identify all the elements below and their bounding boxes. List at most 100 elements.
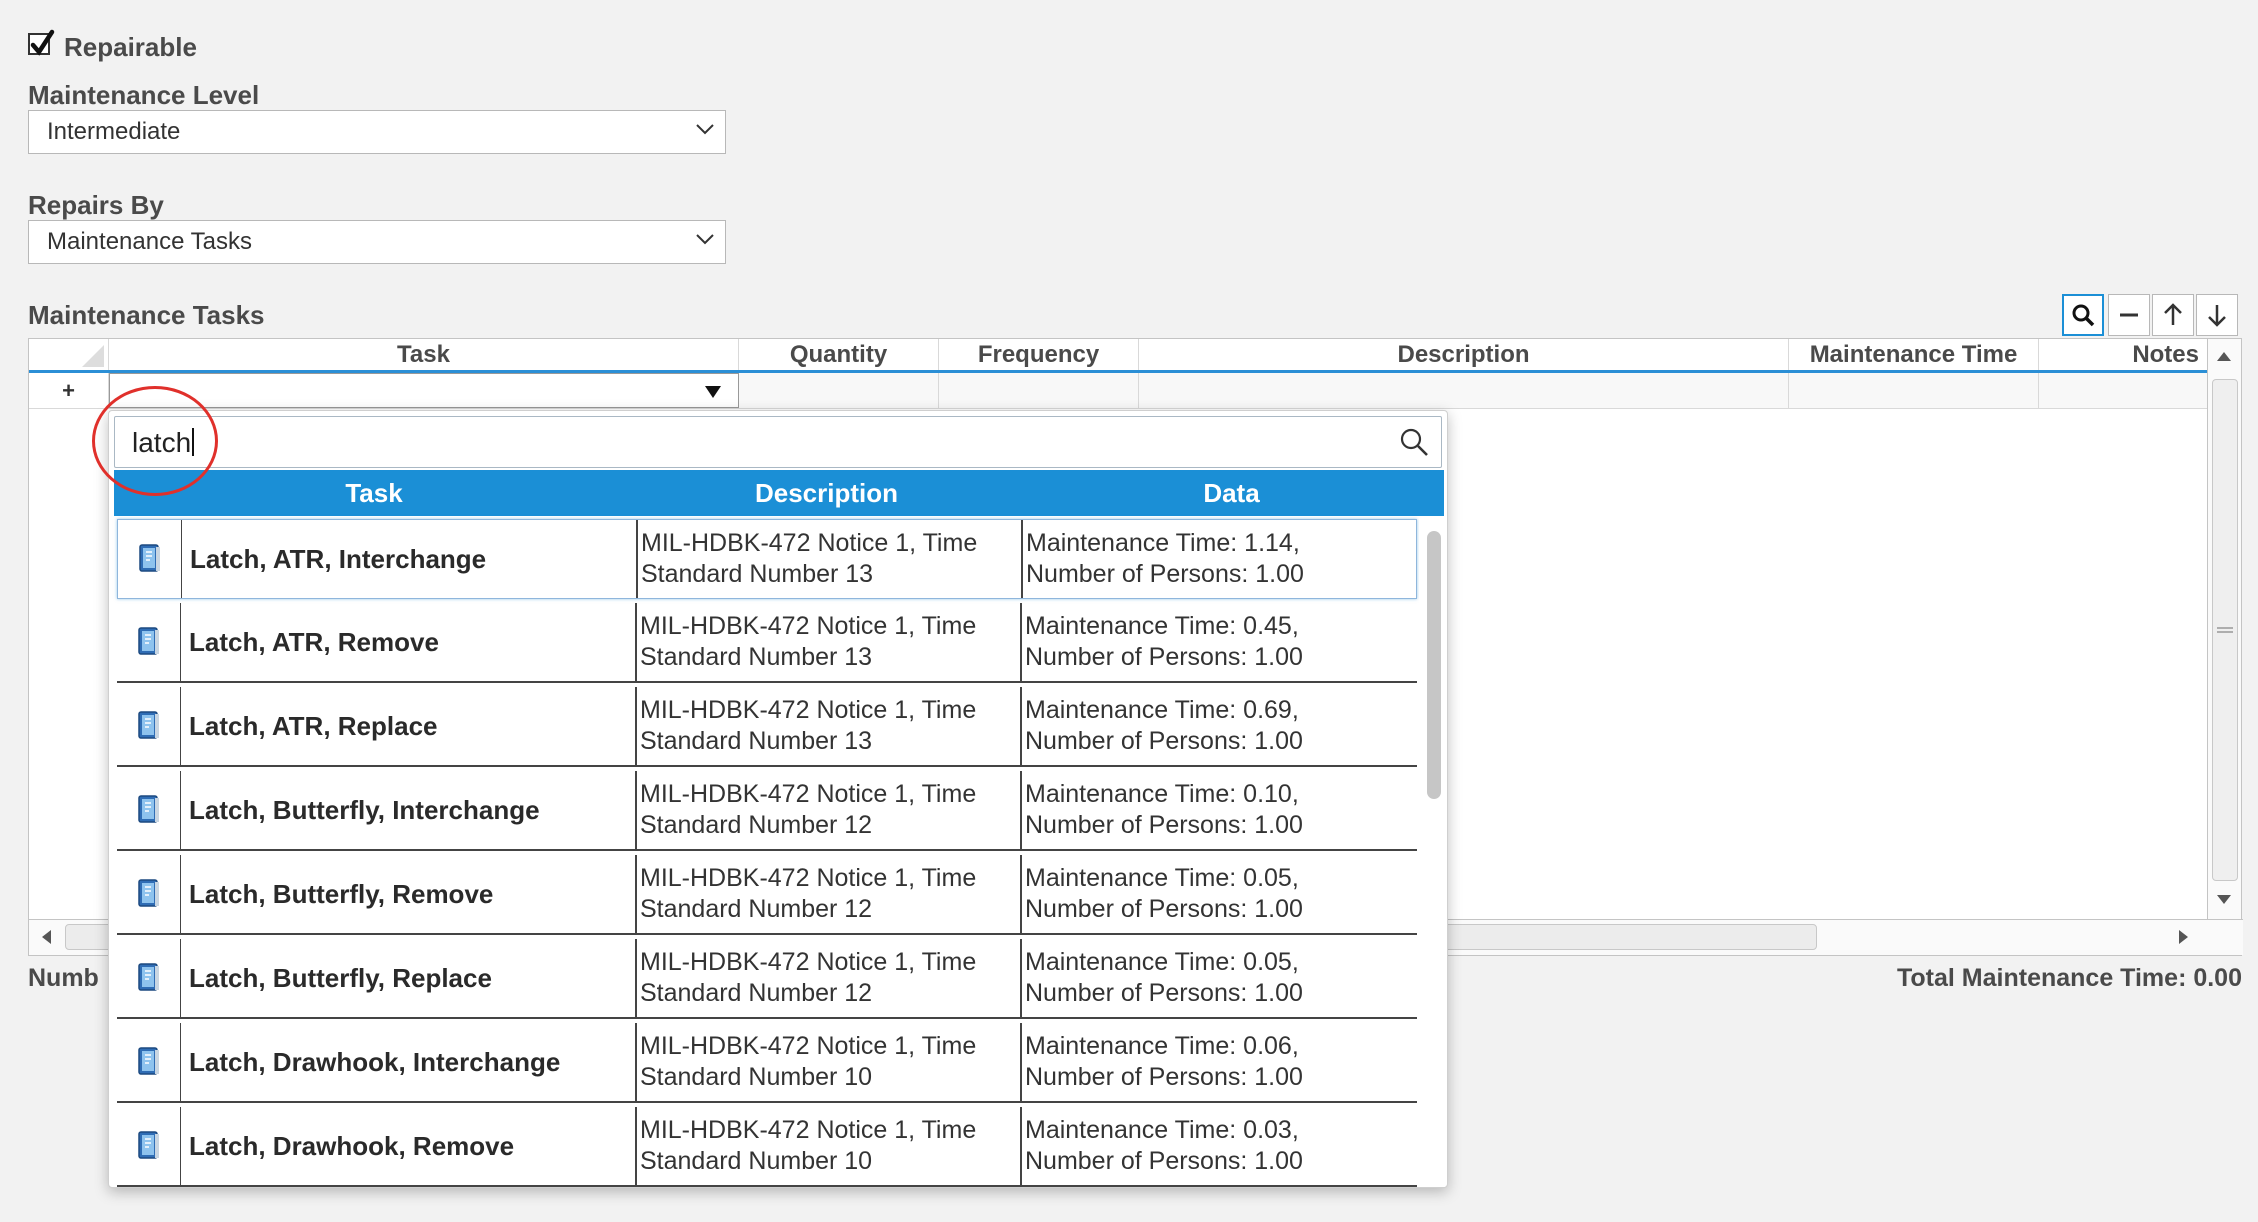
result-description-line2: Standard Number 10	[640, 1147, 873, 1175]
search-icon	[2072, 304, 2095, 327]
repairable-checkbox[interactable]	[28, 29, 55, 56]
result-data: Maintenance Time: 0.05, Number of Persons…	[1025, 863, 1405, 925]
add-row-button[interactable]: +	[29, 373, 109, 408]
column-divider	[635, 687, 637, 765]
popup-scrollbar[interactable]	[1419, 519, 1445, 1187]
minus-icon	[2120, 313, 2138, 317]
popup-column-data[interactable]: Data	[1019, 470, 1444, 516]
column-header-description[interactable]: Description	[1139, 339, 1789, 370]
maintenance-level-value: Intermediate	[47, 118, 181, 145]
result-description-line2: Standard Number 13	[640, 643, 873, 671]
result-task-name: Latch, Drawhook, Interchange	[189, 1046, 561, 1077]
result-data-line1: Maintenance Time: 0.06,	[1025, 1032, 1299, 1060]
chevron-down-icon	[696, 234, 714, 245]
result-description: MIL-HDBK-472 Notice 1, Time Standard Numb…	[640, 779, 1020, 841]
result-task-name: Latch, Butterfly, Remove	[189, 878, 494, 909]
popup-header: Task Description Data	[114, 470, 1444, 516]
column-divider	[1020, 771, 1022, 849]
popup-result-row[interactable]: Latch, ATR, Remove MIL-HDBK-472 Notice 1,…	[117, 603, 1417, 683]
column-divider	[636, 520, 638, 598]
dropdown-triangle-icon[interactable]	[704, 385, 722, 399]
column-divider	[635, 1107, 637, 1185]
result-description: MIL-HDBK-472 Notice 1, Time Standard Numb…	[640, 947, 1020, 1009]
maintenance-time-cell[interactable]	[1789, 373, 2039, 408]
task-lookup-popup: latch Task Description Data Latch, ATR, …	[108, 410, 1448, 1188]
column-header-task[interactable]: Task	[109, 339, 739, 370]
scroll-right-arrow-icon[interactable]	[2169, 922, 2199, 952]
column-header-maintenance-time[interactable]: Maintenance Time	[1789, 339, 2039, 370]
result-task-name: Latch, Butterfly, Replace	[189, 962, 492, 993]
repairable-label: Repairable	[64, 32, 197, 62]
popup-result-row[interactable]: Latch, Butterfly, Interchange MIL-HDBK-47…	[117, 771, 1417, 851]
column-divider	[1020, 1107, 1022, 1185]
search-icon[interactable]	[1399, 427, 1429, 457]
result-data: Maintenance Time: 0.69, Number of Persons…	[1025, 695, 1405, 757]
popup-column-description[interactable]: Description	[634, 470, 1019, 516]
result-description-line1: MIL-HDBK-472 Notice 1, Time	[640, 612, 977, 640]
scroll-up-arrow-icon[interactable]	[2209, 341, 2239, 371]
arrow-up-icon	[2164, 303, 2182, 325]
task-book-icon	[117, 939, 181, 1017]
quantity-cell[interactable]	[739, 373, 939, 408]
result-task-name: Latch, ATR, Replace	[189, 710, 438, 741]
result-description-line1: MIL-HDBK-472 Notice 1, Time	[640, 1032, 977, 1060]
task-book-icon	[118, 520, 182, 598]
column-divider	[635, 939, 637, 1017]
grid-vertical-scrollbar[interactable]	[2207, 339, 2241, 919]
frequency-cell[interactable]	[939, 373, 1139, 408]
check-icon	[30, 29, 55, 56]
scroll-left-arrow-icon[interactable]	[31, 922, 61, 952]
popup-scroll-thumb[interactable]	[1427, 531, 1441, 799]
move-up-button[interactable]	[2152, 294, 2194, 336]
result-task-name: Latch, Drawhook, Remove	[189, 1130, 515, 1161]
chevron-down-icon	[696, 124, 714, 135]
result-description: MIL-HDBK-472 Notice 1, Time Standard Numb…	[640, 1031, 1020, 1093]
column-divider	[1020, 855, 1022, 933]
result-data-line2: Number of Persons: 1.00	[1025, 979, 1303, 1007]
result-data-line2: Number of Persons: 1.00	[1025, 895, 1303, 923]
result-data-line1: Maintenance Time: 1.14,	[1026, 529, 1300, 557]
task-cell-editor[interactable]	[109, 373, 739, 408]
popup-result-row[interactable]: Latch, Drawhook, Remove MIL-HDBK-472 Noti…	[117, 1107, 1417, 1187]
column-header-quantity[interactable]: Quantity	[739, 339, 939, 370]
result-data: Maintenance Time: 0.05, Number of Persons…	[1025, 947, 1405, 1009]
result-data-line2: Number of Persons: 1.00	[1025, 1063, 1303, 1091]
result-description-line2: Standard Number 12	[640, 895, 873, 923]
column-header-frequency[interactable]: Frequency	[939, 339, 1139, 370]
task-book-icon	[117, 771, 181, 849]
popup-result-row[interactable]: Latch, ATR, Replace MIL-HDBK-472 Notice 1…	[117, 687, 1417, 767]
move-down-button[interactable]	[2196, 294, 2238, 336]
maintenance-level-select[interactable]: Intermediate	[28, 110, 726, 154]
result-description-line2: Standard Number 10	[640, 1063, 873, 1091]
task-book-icon	[117, 1023, 181, 1101]
result-description: MIL-HDBK-472 Notice 1, Time Standard Numb…	[640, 1115, 1020, 1177]
result-data-line2: Number of Persons: 1.00	[1025, 1147, 1303, 1175]
result-description-line1: MIL-HDBK-472 Notice 1, Time	[640, 1116, 977, 1144]
result-data-line2: Number of Persons: 1.00	[1025, 811, 1303, 839]
vertical-scroll-thumb[interactable]	[2212, 379, 2238, 881]
result-data: Maintenance Time: 0.06, Number of Persons…	[1025, 1031, 1405, 1093]
column-divider	[635, 855, 637, 933]
search-button[interactable]	[2062, 294, 2104, 336]
remove-row-button[interactable]	[2108, 294, 2150, 336]
task-search-input[interactable]: latch	[114, 416, 1442, 468]
repairs-by-select[interactable]: Maintenance Tasks	[28, 220, 726, 264]
new-row: +	[29, 373, 2209, 409]
scroll-down-arrow-icon[interactable]	[2209, 885, 2239, 915]
result-description: MIL-HDBK-472 Notice 1, Time Standard Numb…	[640, 695, 1020, 757]
row-header-corner	[29, 339, 109, 370]
result-data-line2: Number of Persons: 1.00	[1025, 727, 1303, 755]
task-book-icon	[117, 855, 181, 933]
column-divider	[1020, 603, 1022, 681]
result-data-line2: Number of Persons: 1.00	[1025, 643, 1303, 671]
column-divider	[635, 1023, 637, 1101]
notes-cell[interactable]	[2039, 373, 2209, 408]
popup-result-row[interactable]: Latch, Drawhook, Interchange MIL-HDBK-472…	[117, 1023, 1417, 1103]
popup-result-row[interactable]: Latch, Butterfly, Replace MIL-HDBK-472 No…	[117, 939, 1417, 1019]
total-maintenance-time: Total Maintenance Time: 0.00	[1896, 964, 2242, 992]
popup-result-row[interactable]: Latch, Butterfly, Remove MIL-HDBK-472 Not…	[117, 855, 1417, 935]
result-data: Maintenance Time: 0.10, Number of Persons…	[1025, 779, 1405, 841]
popup-result-row[interactable]: Latch, ATR, Interchange MIL-HDBK-472 Noti…	[117, 519, 1417, 599]
description-cell[interactable]	[1139, 373, 1789, 408]
column-header-notes[interactable]: Notes	[2039, 339, 2209, 370]
